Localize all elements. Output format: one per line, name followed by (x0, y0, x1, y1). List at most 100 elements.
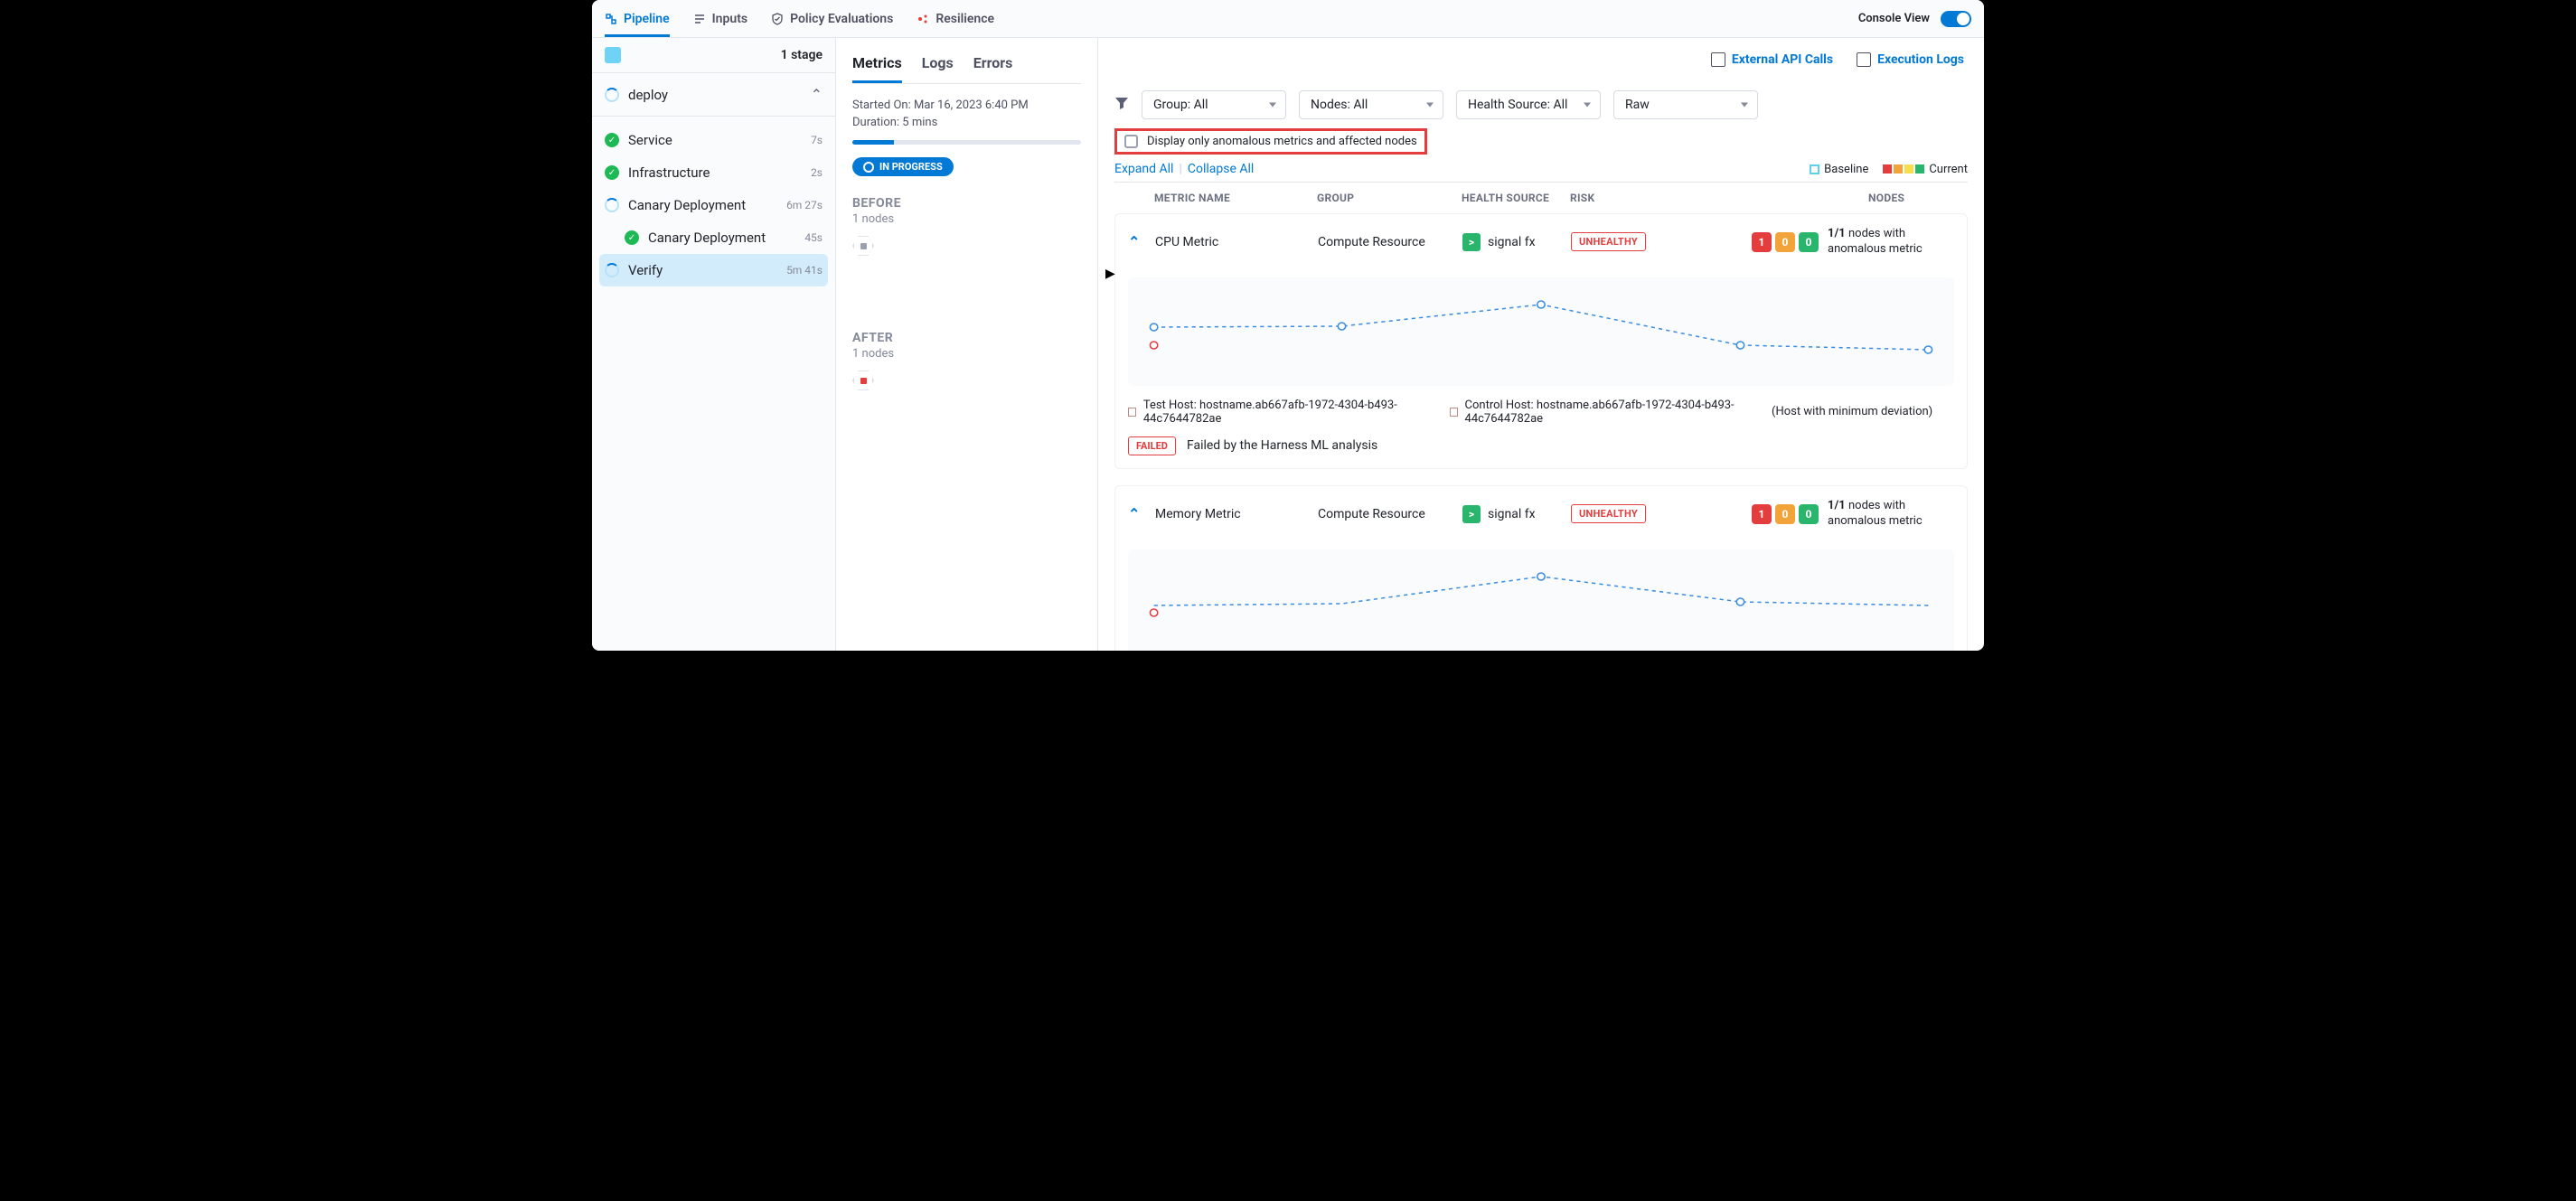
host-marker-icon (1450, 408, 1458, 417)
step-canary-deployment[interactable]: Canary Deployment 6m 27s (592, 189, 835, 221)
legend-yellow-icon (1904, 164, 1913, 174)
failed-badge: FAILED (1128, 436, 1176, 455)
legend-orange-icon (1894, 164, 1903, 174)
anomalous-filter-highlight: Display only anomalous metrics and affec… (1114, 128, 1427, 155)
failed-reason: Failed by the Harness ML analysis (1187, 438, 1377, 453)
step-duration: 6m 27s (786, 199, 823, 211)
step-label: Canary Deployment (628, 197, 746, 213)
cpu-metric-chart (1128, 277, 1954, 386)
anomalous-checkbox[interactable] (1124, 135, 1138, 148)
health-source-select[interactable]: Health Source: All (1456, 90, 1601, 119)
metrics-panel: External API Calls Execution Logs Group:… (1098, 38, 1984, 651)
anomalous-label: Display only anomalous metrics and affec… (1147, 135, 1417, 148)
step-label: Verify (628, 262, 663, 278)
th-metric-name: METRIC NAME (1154, 192, 1317, 204)
sec-tab-logs[interactable]: Logs (922, 54, 954, 83)
th-risk: RISK (1570, 192, 1669, 204)
health-source-name: signal fx (1488, 507, 1536, 521)
baseline-legend-label: Baseline (1824, 163, 1868, 176)
step-verify[interactable]: Verify 5m 41s (599, 254, 828, 286)
metric-group: Compute Resource (1318, 235, 1462, 249)
legend-red-icon (1883, 164, 1892, 174)
host-marker-icon (1128, 408, 1136, 417)
step-label: Service (628, 132, 672, 148)
check-icon: ✓ (605, 165, 619, 180)
duration: Duration: 5 mins (852, 116, 1081, 129)
metrics-table-header: METRIC NAME GROUP HEALTH SOURCE RISK NOD… (1114, 183, 1968, 213)
metric-name: CPU Metric (1155, 235, 1318, 249)
node-count-orange: 0 (1775, 504, 1795, 524)
console-view-toggle[interactable] (1941, 11, 1971, 27)
spinner-icon (605, 198, 619, 212)
inputs-icon (693, 13, 706, 25)
tab-inputs[interactable]: Inputs (693, 0, 747, 37)
status-text: IN PROGRESS (879, 161, 943, 173)
started-on: Started On: Mar 16, 2023 6:40 PM (852, 99, 1081, 112)
baseline-legend-icon (1810, 164, 1819, 174)
after-nodes: 1 nodes (852, 347, 1081, 361)
collapse-caret-icon[interactable]: ⌃ (1128, 233, 1155, 250)
step-label: Infrastructure (628, 164, 710, 181)
tab-resilience-label: Resilience (935, 12, 994, 26)
tab-pipeline[interactable]: Pipeline (605, 0, 670, 37)
node-hex-before[interactable] (852, 235, 874, 257)
group-select[interactable]: Group: All (1142, 90, 1286, 119)
risk-badge: UNHEALTHY (1571, 504, 1646, 523)
current-legend-label: Current (1929, 163, 1968, 176)
spinner-icon (605, 263, 619, 277)
tab-resilience[interactable]: Resilience (917, 0, 994, 37)
signalfx-icon: > (1462, 505, 1481, 523)
resilience-icon (917, 13, 929, 25)
before-nodes: 1 nodes (852, 212, 1081, 226)
step-duration: 2s (811, 166, 823, 179)
tab-inputs-label: Inputs (712, 12, 747, 26)
legend-green-icon (1915, 164, 1924, 174)
tab-policy[interactable]: Policy Evaluations (771, 0, 893, 37)
th-health-source: HEALTH SOURCE (1462, 192, 1570, 204)
node-hex-after[interactable] (852, 370, 874, 391)
before-label: BEFORE (852, 196, 1081, 211)
step-label: Canary Deployment (648, 230, 766, 246)
expand-all-link[interactable]: Expand All (1114, 162, 1173, 176)
nodes-anomalous-text: 1/1 nodes with anomalous metric (1828, 499, 1954, 530)
node-count-green: 0 (1799, 232, 1819, 252)
api-icon (1711, 52, 1725, 67)
risk-badge: UNHEALTHY (1571, 232, 1646, 251)
nodes-select[interactable]: Nodes: All (1299, 90, 1443, 119)
logs-icon (1857, 52, 1871, 67)
metric-name: Memory Metric (1155, 507, 1318, 521)
step-infrastructure[interactable]: ✓ Infrastructure 2s (592, 156, 835, 189)
step-canary-deployment-sub[interactable]: ✓Canary Deployment 45s (592, 221, 835, 254)
stage-deploy-row[interactable]: deploy ⌃ (592, 73, 835, 117)
spinner-icon (605, 88, 619, 102)
node-count-red: 1 (1752, 504, 1772, 524)
status-badge-in-progress: IN PROGRESS (852, 157, 954, 176)
health-source-name: signal fx (1488, 235, 1536, 249)
filter-icon[interactable] (1114, 96, 1129, 114)
progress-bar (852, 140, 1081, 145)
stage-icon (605, 47, 621, 63)
external-api-calls-link[interactable]: External API Calls (1711, 52, 1833, 67)
stage-deploy-label: deploy (628, 87, 668, 103)
logs-link-label: Execution Logs (1877, 52, 1964, 67)
step-duration: 5m 41s (786, 264, 823, 277)
min-deviation-note: (Host with minimum deviation) (1772, 405, 1932, 418)
step-service[interactable]: ✓Service 7s (592, 124, 835, 156)
sec-tab-errors[interactable]: Errors (973, 54, 1013, 83)
sec-tab-metrics[interactable]: Metrics (852, 54, 902, 83)
execution-logs-link[interactable]: Execution Logs (1857, 52, 1964, 67)
collapse-all-link[interactable]: Collapse All (1188, 162, 1254, 176)
metric-group: Compute Resource (1318, 507, 1462, 521)
collapse-caret-icon[interactable]: ⌃ (1128, 505, 1155, 522)
chevron-up-icon[interactable]: ⌃ (811, 86, 823, 103)
signalfx-icon: > (1462, 233, 1481, 251)
metric-card-memory: ⌃ Memory Metric Compute Resource > signa… (1114, 485, 1968, 651)
clock-icon (863, 162, 874, 173)
step-duration: 45s (804, 231, 823, 244)
raw-select[interactable]: Raw (1613, 90, 1758, 119)
after-label: AFTER (852, 331, 1081, 345)
api-link-label: External API Calls (1732, 52, 1833, 67)
legend: Baseline Current (1810, 163, 1968, 176)
check-icon: ✓ (605, 133, 619, 147)
tab-policy-label: Policy Evaluations (790, 12, 893, 26)
